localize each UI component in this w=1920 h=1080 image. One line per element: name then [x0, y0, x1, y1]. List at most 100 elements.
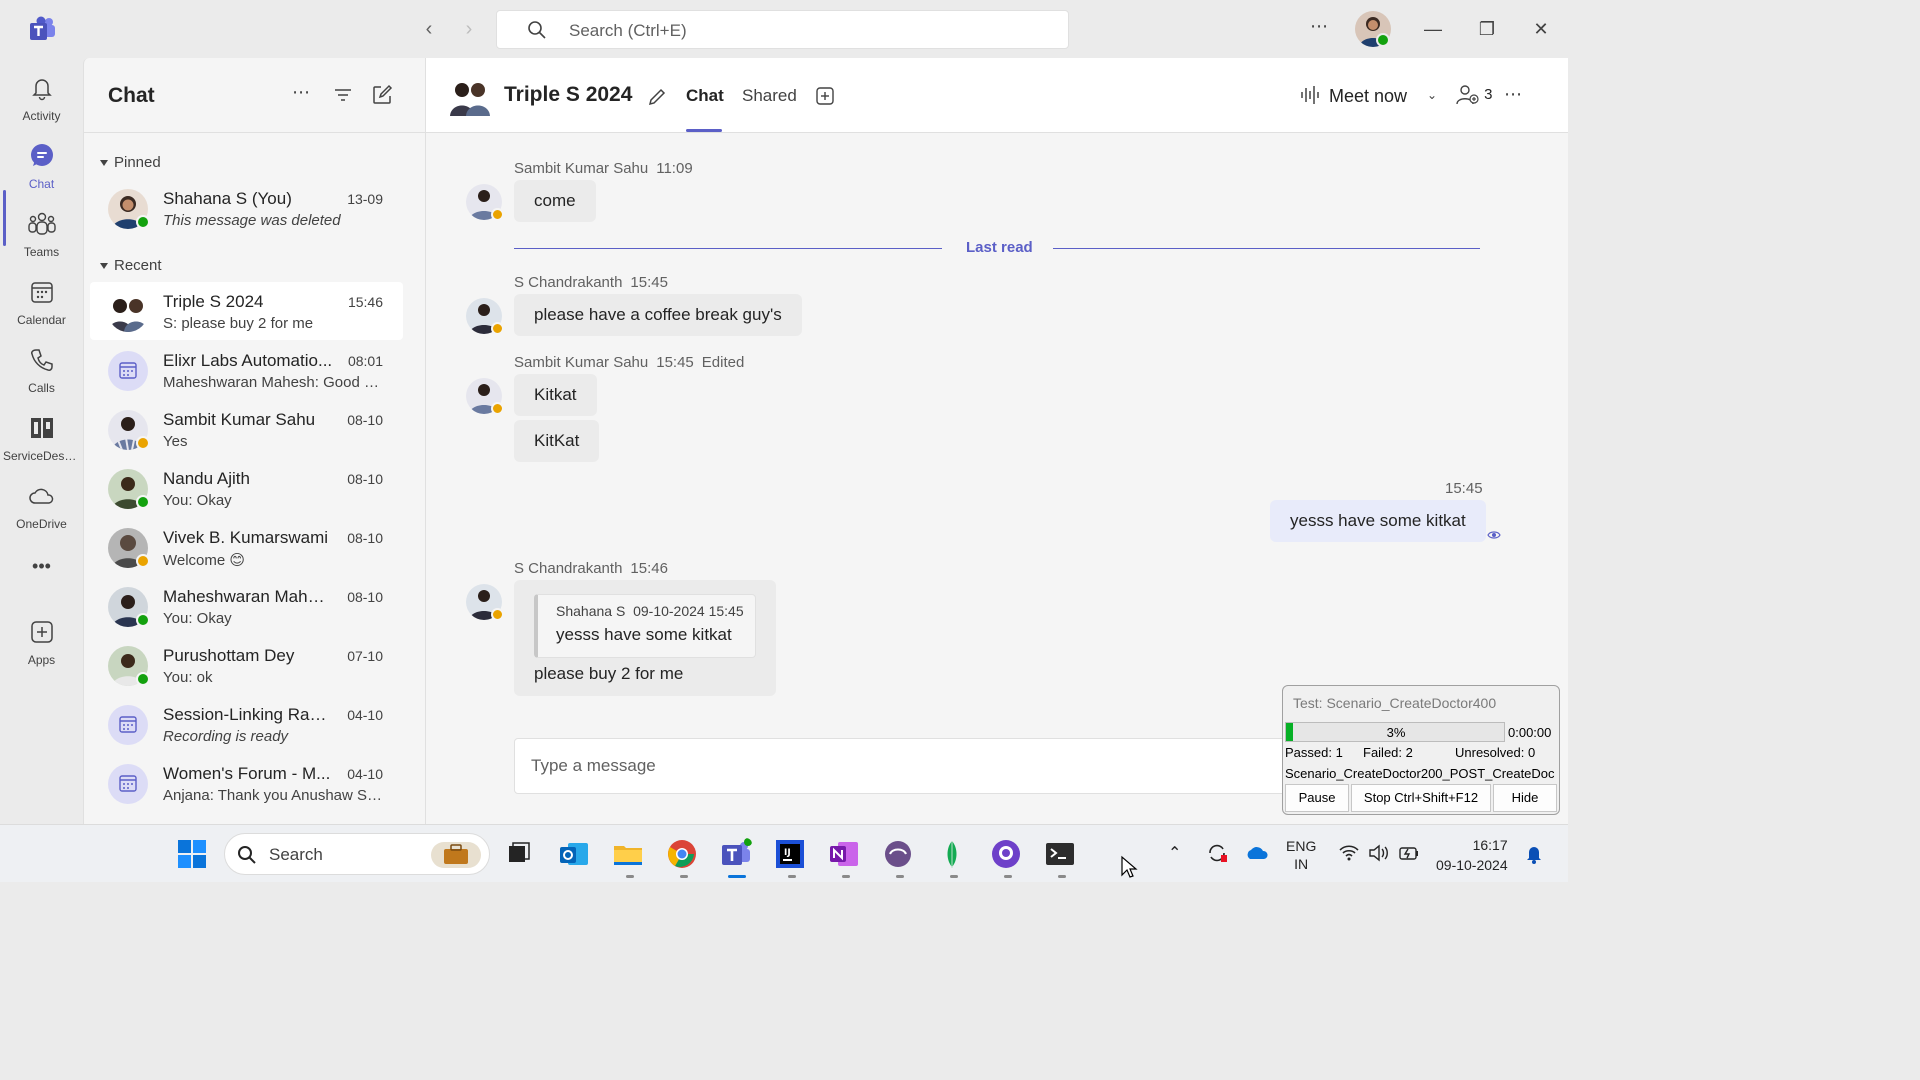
sync-icon[interactable]	[1206, 842, 1228, 864]
participants-button[interactable]: 3	[1456, 84, 1493, 106]
my-message-bubble[interactable]: yesss have some kitkat	[1270, 500, 1486, 542]
show-hidden-icons-chevron-icon[interactable]: ⌃	[1168, 843, 1181, 863]
message-bubble[interactable]: Kitkat	[514, 374, 597, 416]
filter-icon[interactable]	[332, 84, 354, 106]
collapse-triangle-icon	[100, 160, 108, 167]
rail-item-calls[interactable]: Calls	[0, 338, 83, 402]
status-badge	[491, 402, 504, 415]
rail-item-chat[interactable]: Chat	[0, 134, 83, 198]
rail-item-teams[interactable]: Teams	[0, 202, 83, 266]
calendar-icon	[30, 282, 53, 303]
last-read-label: Last read	[966, 239, 1033, 256]
onedrive-icon[interactable]	[1244, 843, 1270, 863]
chat-time: 04-10	[347, 766, 383, 782]
more-options-icon[interactable]: ⋯	[1504, 84, 1522, 105]
back-arrow-icon[interactable]: ‹	[418, 18, 440, 40]
message-bubble[interactable]: please have a coffee break guy's	[514, 294, 802, 336]
chat-row-session-linking[interactable]: Session-Linking Rapi... Recording is rea…	[90, 695, 403, 753]
message-compose-box[interactable]: Type a message	[514, 738, 1314, 794]
divider-line	[514, 248, 942, 249]
teams-taskbar-icon[interactable]	[720, 838, 752, 870]
recent-section-header[interactable]: Recent	[100, 257, 162, 274]
rail-more-icon[interactable]: •••	[0, 556, 83, 588]
stop-button[interactable]: Stop Ctrl+Shift+F12	[1351, 784, 1491, 812]
chrome-icon[interactable]	[666, 838, 698, 870]
chat-name: Nandu Ajith	[163, 469, 250, 488]
new-chat-icon[interactable]	[371, 84, 393, 106]
terminal-icon[interactable]	[1044, 838, 1076, 870]
participants-count: 3	[1484, 85, 1493, 103]
restore-icon[interactable]: ❐	[1474, 16, 1500, 42]
taskbar-search[interactable]: Search	[224, 833, 490, 875]
github-desktop-icon[interactable]	[990, 838, 1022, 870]
profile-status-badge	[1376, 33, 1390, 47]
lang-region: IN	[1294, 856, 1309, 872]
message-bubble[interactable]: Shahana S 09-10-2024 15:45 yesss have so…	[514, 580, 776, 696]
chat-name: Women's Forum - M...	[163, 764, 331, 783]
mongodb-icon[interactable]	[936, 838, 968, 870]
taskbar-search-label: Search	[269, 845, 323, 864]
language-indicator[interactable]: ENG IN	[1286, 837, 1316, 873]
windows-start-icon[interactable]	[176, 838, 208, 870]
quoted-message[interactable]: Shahana S 09-10-2024 15:45 yesss have so…	[534, 594, 756, 658]
edit-pencil-icon[interactable]	[646, 86, 668, 108]
chat-row-nandu[interactable]: Nandu Ajith You: Okay 08-10	[90, 459, 403, 517]
failed-count: Failed: 2	[1363, 745, 1413, 760]
test-runner-window[interactable]: Test: Scenario_CreateDoctor400 3% 0:00:0…	[1282, 685, 1560, 815]
chat-time: 15:46	[347, 294, 383, 310]
tab-shared[interactable]: Shared	[742, 86, 797, 106]
volume-icon[interactable]	[1368, 843, 1390, 863]
message-meta: Sambit Kumar Sahu 11:09	[514, 160, 701, 177]
chevron-down-icon[interactable]: ⌄	[1427, 88, 1437, 102]
file-explorer-icon[interactable]	[612, 838, 644, 870]
recent-label: Recent	[114, 257, 162, 274]
running-indicator	[1004, 875, 1012, 878]
runner-progress-label: 3%	[1386, 725, 1406, 740]
status-badge	[491, 208, 504, 221]
notification-bell-icon[interactable]	[1524, 843, 1544, 865]
add-tab-icon[interactable]	[815, 86, 835, 106]
settings-more-icon[interactable]: ⋯	[1310, 16, 1329, 37]
teams-logo-icon[interactable]	[28, 16, 56, 42]
group-avatar	[450, 83, 490, 116]
onenote-icon[interactable]	[828, 838, 860, 870]
runner-stats: Passed: 1 Failed: 2 Unresolved: 0	[1285, 745, 1535, 760]
pinned-section-header[interactable]: Pinned	[100, 154, 161, 171]
pause-button[interactable]: Pause	[1285, 784, 1349, 812]
chat-row-womens-forum[interactable]: Women's Forum - M... Anjana: Thank you A…	[90, 754, 403, 812]
close-icon[interactable]: ✕	[1528, 16, 1554, 42]
battery-icon[interactable]	[1398, 843, 1420, 863]
message-bubble[interactable]: come	[514, 180, 596, 222]
search-input[interactable]: Search (Ctrl+E)	[496, 10, 1069, 49]
chat-row-triple-s[interactable]: Triple S 2024 S: please buy 2 for me 15:…	[90, 282, 403, 340]
forward-arrow-icon[interactable]: ›	[458, 18, 480, 40]
chat-name: Vivek B. Kumarswami	[163, 528, 329, 547]
task-view-icon[interactable]	[503, 838, 535, 870]
chat-row-shahana[interactable]: Shahana S (You) This message was deleted…	[90, 179, 403, 237]
message-time: 15:45	[630, 274, 668, 291]
minimize-icon[interactable]: —	[1420, 16, 1446, 42]
chat-row-vivek[interactable]: Vivek B. Kumarswami Welcome 😊 08-10	[90, 518, 403, 576]
cloud-icon	[28, 488, 53, 504]
message-bubble[interactable]: KitKat	[514, 420, 600, 462]
rail-item-apps[interactable]: Apps	[0, 610, 83, 674]
chat-row-purushottam[interactable]: Purushottam Dey You: ok 07-10	[90, 636, 403, 694]
rail-item-servicedesk[interactable]: ServiceDesk...	[0, 406, 83, 470]
rail-item-activity[interactable]: Activity	[0, 66, 83, 130]
intellij-icon[interactable]: IJ	[774, 838, 806, 870]
teams-icon	[27, 212, 56, 235]
app-icon[interactable]	[882, 838, 914, 870]
chat-row-elixr[interactable]: Elixr Labs Automatio... Maheshwaran Mahe…	[90, 341, 403, 399]
wifi-icon[interactable]	[1338, 843, 1360, 863]
rail-item-calendar[interactable]: Calendar	[0, 270, 83, 334]
hide-button[interactable]: Hide	[1493, 784, 1557, 812]
outlook-icon[interactable]	[558, 838, 590, 870]
chat-name: Maheshwaran Mahesh	[163, 587, 333, 606]
chat-list-more-icon[interactable]: ⋯	[292, 82, 314, 104]
chat-row-maheshwaran[interactable]: Maheshwaran Mahesh You: Okay 08-10	[90, 577, 403, 635]
clock[interactable]: 16:17 09-10-2024	[1436, 835, 1508, 875]
chat-preview: Recording is ready	[163, 728, 289, 745]
tab-chat[interactable]: Chat	[686, 86, 724, 106]
rail-item-onedrive[interactable]: OneDrive	[0, 474, 83, 538]
chat-row-sambit[interactable]: Sambit Kumar Sahu Yes 08-10	[90, 400, 403, 458]
